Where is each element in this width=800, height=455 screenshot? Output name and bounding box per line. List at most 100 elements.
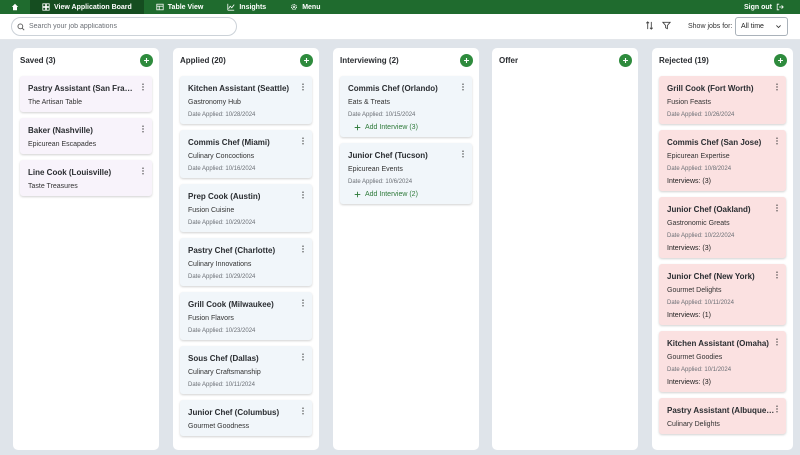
job-company: Fusion Feasts xyxy=(667,99,711,106)
interview-count: Interviews: (1) xyxy=(667,312,711,319)
column-header: Interviewing (2) xyxy=(333,48,479,72)
kebab-menu-icon[interactable] xyxy=(141,83,145,91)
job-company: Culinary Delights xyxy=(667,421,720,428)
job-card[interactable]: Pastry Chef (Charlotte) Culinary Innovat… xyxy=(180,238,312,286)
job-card[interactable]: Kitchen Assistant (Seattle) Gastronomy H… xyxy=(180,76,312,124)
job-company: Culinary Concoctions xyxy=(188,153,255,160)
job-card[interactable]: Junior Chef (New York) Gourmet Delights … xyxy=(659,264,786,325)
job-company: Epicurean Expertise xyxy=(667,153,730,160)
nav-label: View Application Board xyxy=(54,3,132,11)
add-interview-label: Add Interview (2) xyxy=(365,191,418,198)
grid-icon xyxy=(42,3,50,11)
job-company: Fusion Cuisine xyxy=(188,207,235,214)
job-card[interactable]: Kitchen Assistant (Omaha) Gourmet Goodie… xyxy=(659,331,786,392)
kebab-menu-icon[interactable] xyxy=(301,245,305,253)
home-icon xyxy=(11,3,19,11)
job-card[interactable]: Grill Cook (Fort Worth) Fusion Feasts Da… xyxy=(659,76,786,124)
job-title: Junior Chef (Oakland) xyxy=(667,205,751,214)
job-card[interactable]: Line Cook (Louisville) Taste Treasures xyxy=(20,160,152,196)
interview-count: Interviews: (3) xyxy=(667,379,711,386)
show-jobs-label: Show jobs for: xyxy=(688,23,733,30)
kebab-menu-icon[interactable] xyxy=(775,271,779,279)
job-company: Gourmet Delights xyxy=(667,287,722,294)
nav-menu[interactable]: Menu xyxy=(278,0,332,14)
job-card[interactable]: Pastry Assistant (Albuquerque) Culinary … xyxy=(659,398,786,434)
job-company: Culinary Craftsmanship xyxy=(188,369,261,376)
plus-icon xyxy=(354,124,361,131)
job-title: Kitchen Assistant (Omaha) xyxy=(667,339,769,348)
kebab-menu-icon[interactable] xyxy=(301,299,305,307)
home-button[interactable] xyxy=(0,0,30,14)
toolbar-actions xyxy=(645,21,671,30)
job-card[interactable]: Commis Chef (San Jose) Epicurean Experti… xyxy=(659,130,786,191)
job-card[interactable]: Pastry Assistant (San Francisco) The Art… xyxy=(20,76,152,112)
sort-icon[interactable] xyxy=(645,21,654,30)
nav-label: Table View xyxy=(167,3,204,11)
gear-icon xyxy=(291,4,298,10)
nav-view-application-board[interactable]: View Application Board xyxy=(30,0,144,14)
search-box[interactable] xyxy=(11,17,237,36)
job-title: Junior Chef (Tucson) xyxy=(348,151,428,160)
kebab-menu-icon[interactable] xyxy=(775,83,779,91)
job-company: Gourmet Goodies xyxy=(667,354,723,361)
kebab-menu-icon[interactable] xyxy=(775,204,779,212)
job-title: Pastry Assistant (San Francisco) xyxy=(28,84,136,93)
nav-label: Menu xyxy=(302,3,321,11)
column-title: Saved (3) xyxy=(20,55,56,65)
job-card[interactable]: Prep Cook (Austin) Fusion Cuisine Date A… xyxy=(180,184,312,232)
date-applied: Date Applied: 10/15/2024 xyxy=(348,112,416,118)
date-applied: Date Applied: 10/1/2024 xyxy=(667,367,732,373)
plus-icon xyxy=(623,57,628,63)
signout-button[interactable]: Sign out xyxy=(744,3,800,11)
kebab-menu-icon[interactable] xyxy=(301,191,305,199)
job-card[interactable]: Sous Chef (Dallas) Culinary Craftsmanshi… xyxy=(180,346,312,394)
kebab-menu-icon[interactable] xyxy=(301,407,305,415)
job-card[interactable]: Junior Chef (Tucson) Epicurean Events Da… xyxy=(340,143,472,204)
kebab-menu-icon[interactable] xyxy=(775,137,779,145)
signout-label: Sign out xyxy=(744,3,772,11)
kebab-menu-icon[interactable] xyxy=(141,167,145,175)
kebab-menu-icon[interactable] xyxy=(301,83,305,91)
column-header: Saved (3) xyxy=(13,48,159,72)
job-card[interactable]: Baker (Nashville) Epicurean Escapades xyxy=(20,118,152,154)
top-nav: View Application Board Table View Insigh… xyxy=(0,0,800,14)
job-company: Gastronomic Greats xyxy=(667,220,730,227)
job-title: Line Cook (Louisville) xyxy=(28,168,112,177)
kebab-menu-icon[interactable] xyxy=(461,83,465,91)
kebab-menu-icon[interactable] xyxy=(141,125,145,133)
interview-count: Interviews: (3) xyxy=(667,245,711,252)
kebab-menu-icon[interactable] xyxy=(775,338,779,346)
kebab-menu-icon[interactable] xyxy=(461,150,465,158)
add-interview-button[interactable]: Add Interview (3) xyxy=(348,124,464,131)
add-job-button[interactable] xyxy=(619,53,632,67)
job-title: Sous Chef (Dallas) xyxy=(188,354,259,363)
search-input[interactable] xyxy=(29,23,229,30)
add-job-button[interactable] xyxy=(300,53,313,67)
add-interview-button[interactable]: Add Interview (2) xyxy=(348,191,464,198)
job-company: Epicurean Escapades xyxy=(28,141,97,148)
kebab-menu-icon[interactable] xyxy=(301,137,305,145)
kebab-menu-icon[interactable] xyxy=(775,405,779,413)
column-interviewing: Interviewing (2) Commis Chef (Orlando) E… xyxy=(333,48,479,450)
column-offer: Offer xyxy=(492,48,638,450)
filter-icon[interactable] xyxy=(662,21,671,30)
search-icon xyxy=(17,23,25,31)
date-applied: Date Applied: 10/16/2024 xyxy=(188,166,256,172)
job-card[interactable]: Junior Chef (Columbus) Gourmet Goodness xyxy=(180,400,312,436)
nav-insights[interactable]: Insights xyxy=(215,0,278,14)
job-card[interactable]: Commis Chef (Miami) Culinary Concoctions… xyxy=(180,130,312,178)
add-job-button[interactable] xyxy=(460,53,473,67)
column-title: Rejected (19) xyxy=(659,55,709,65)
kebab-menu-icon[interactable] xyxy=(301,353,305,361)
date-applied: Date Applied: 10/28/2024 xyxy=(188,112,256,118)
job-card[interactable]: Grill Cook (Milwaukee) Fusion Flavors Da… xyxy=(180,292,312,340)
job-card[interactable]: Commis Chef (Orlando) Eats & Treats Date… xyxy=(340,76,472,137)
job-card[interactable]: Junior Chef (Oakland) Gastronomic Greats… xyxy=(659,197,786,258)
add-job-button[interactable] xyxy=(774,53,787,67)
job-title: Commis Chef (Miami) xyxy=(188,138,270,147)
nav-table-view[interactable]: Table View xyxy=(144,0,216,14)
job-company: Culinary Innovations xyxy=(188,261,252,268)
time-range-select[interactable]: All time xyxy=(735,17,788,36)
column-header: Applied (20) xyxy=(173,48,319,72)
add-job-button[interactable] xyxy=(140,53,153,67)
